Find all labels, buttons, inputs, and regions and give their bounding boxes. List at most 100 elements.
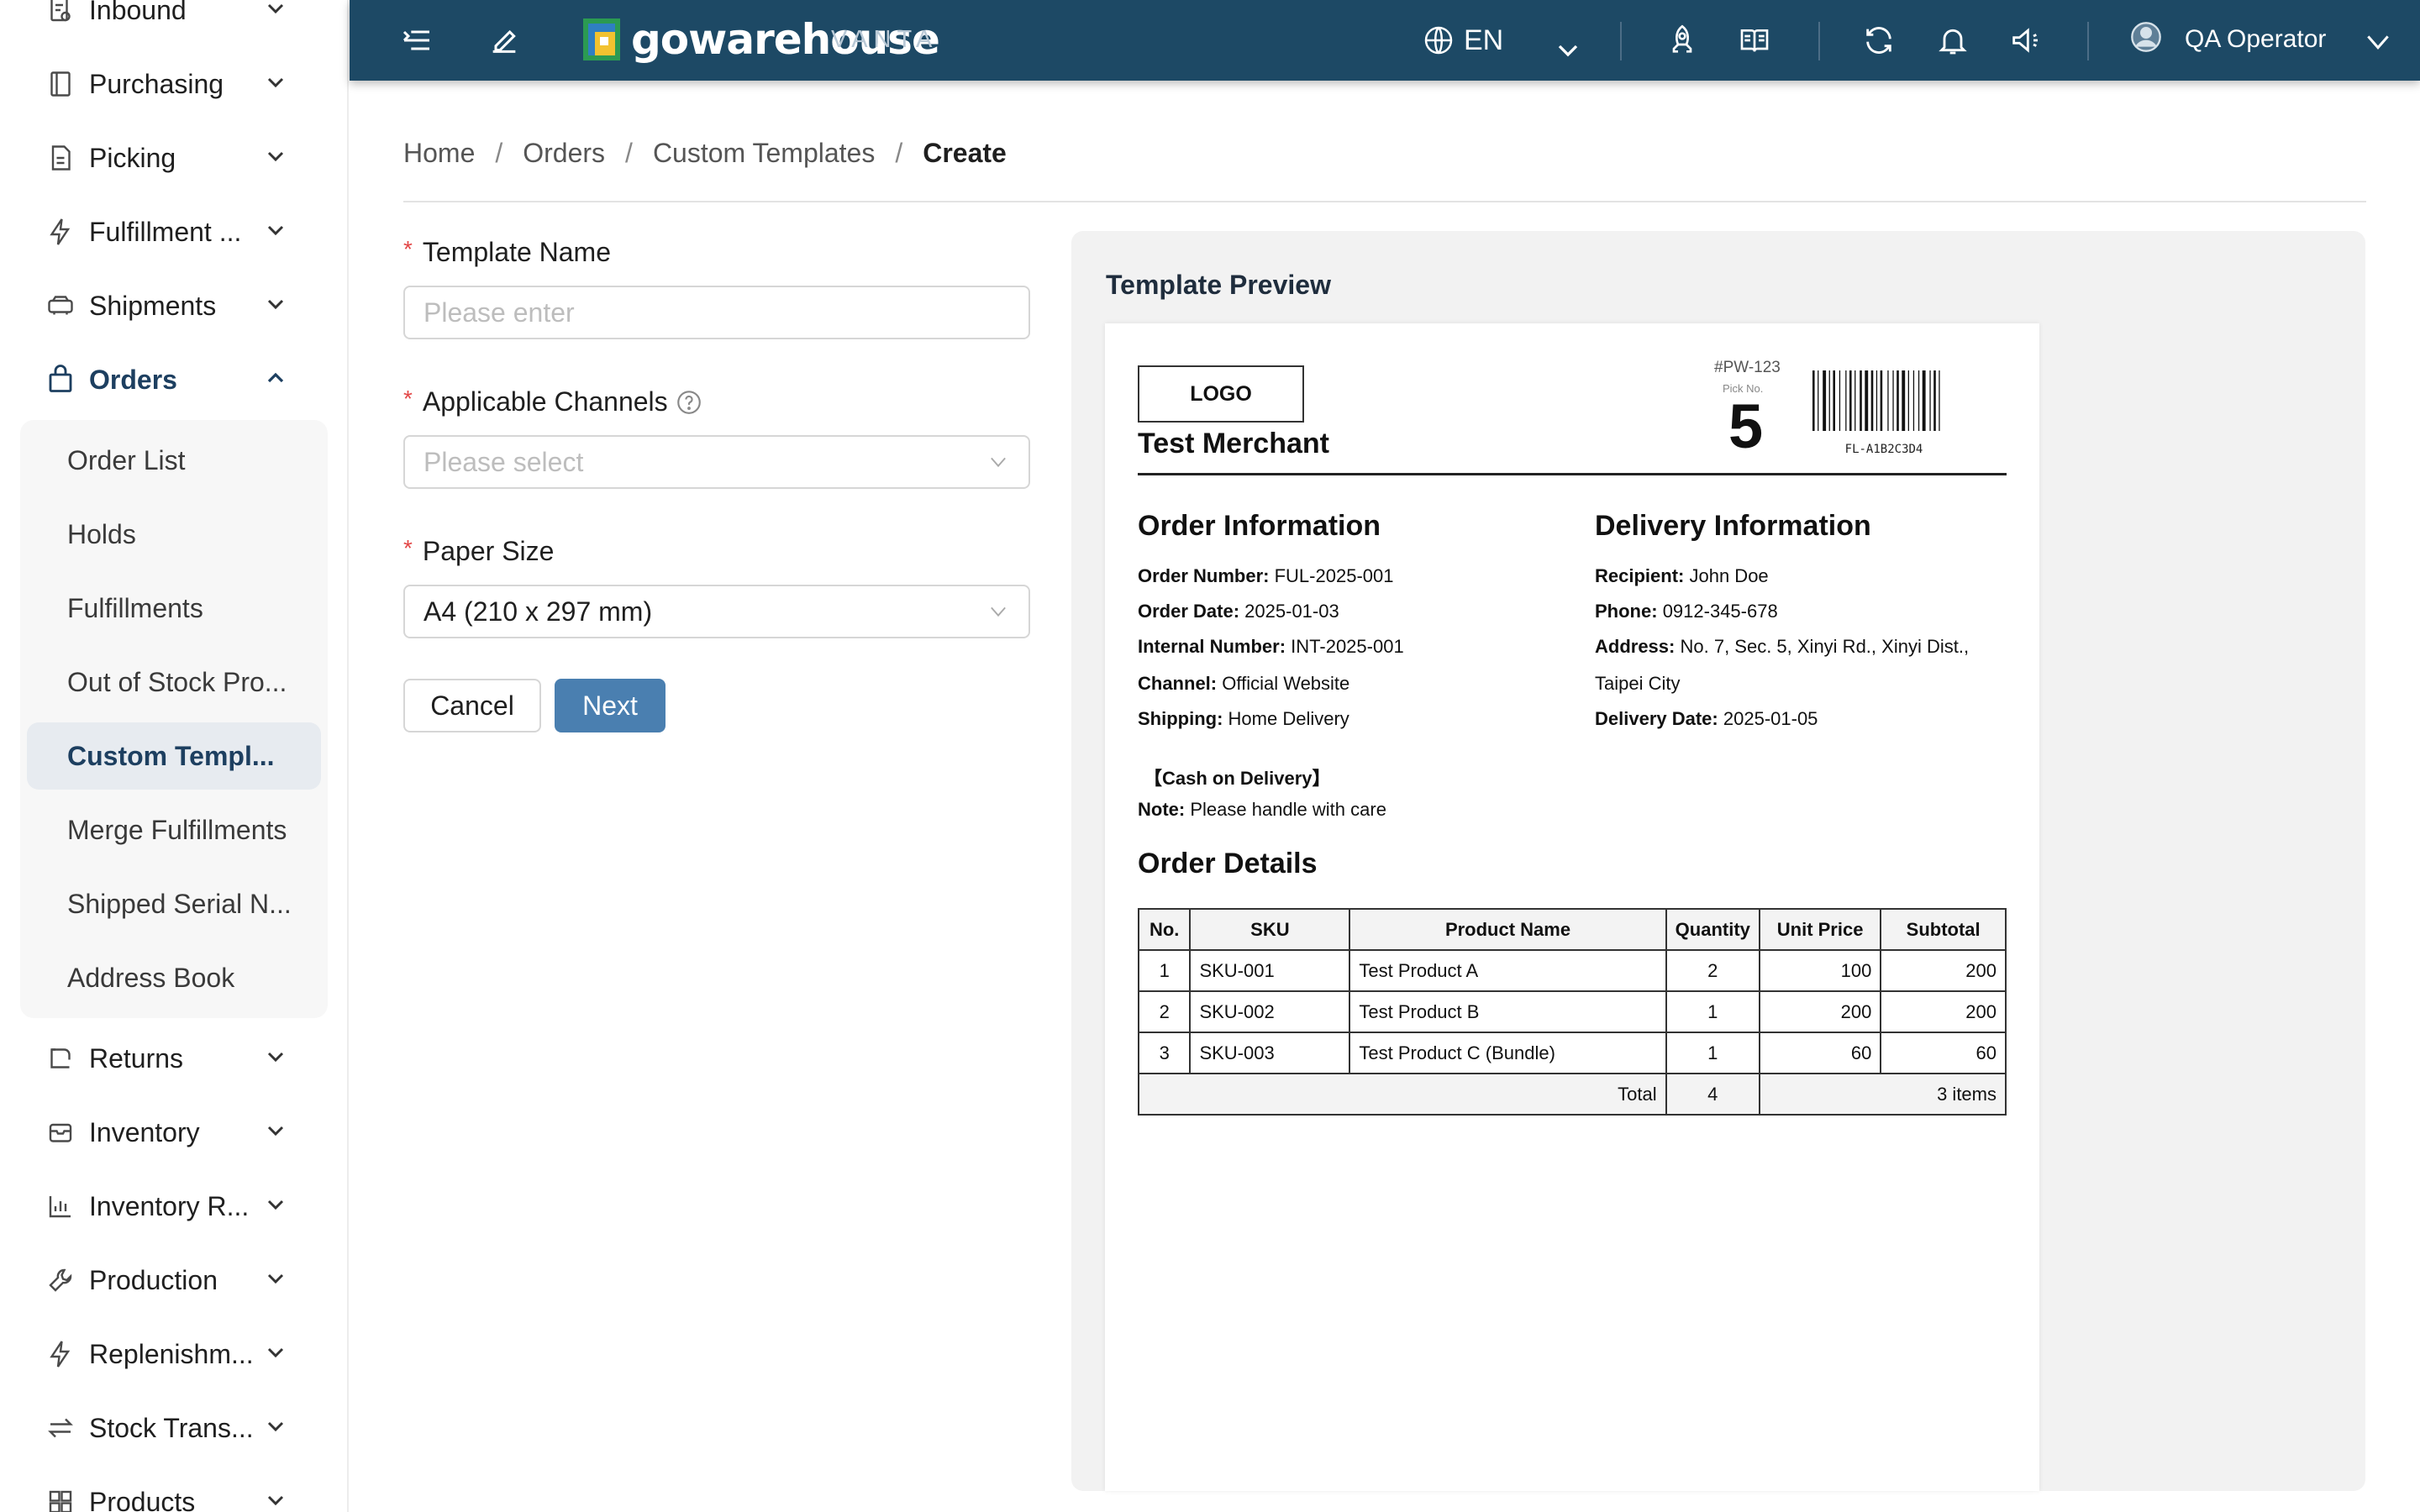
paper-size-select[interactable]: A4 (210 x 297 mm) [403, 585, 1030, 638]
breadcrumb-home[interactable]: Home [403, 138, 475, 169]
barcode-bar [1933, 370, 1936, 431]
barcode-bar [1887, 370, 1889, 431]
submenu-item-fulfillments[interactable]: Fulfillments [27, 575, 321, 642]
order-details-title: Order Details [1138, 848, 1318, 879]
language-label: EN [1464, 24, 1504, 56]
order-details-table: No. SKU Product Name Quantity Unit Price… [1137, 908, 2007, 1116]
sidebar-item-fulfillment[interactable]: Fulfillment ... [20, 198, 323, 265]
picking-icon [45, 143, 76, 173]
sidebar-item-products[interactable]: Products [20, 1468, 323, 1512]
pick-wave-code: #PW-123 [1714, 359, 1781, 376]
submenu-item-out-of-stock[interactable]: Out of Stock Pro... [27, 648, 321, 716]
megaphone-icon[interactable] [2008, 24, 2042, 57]
column-header: Subtotal [1880, 908, 2007, 951]
paper-size-label-text: Paper Size [422, 536, 555, 566]
required-mark: * [403, 235, 413, 262]
sidebar-item-production[interactable]: Production [20, 1247, 323, 1314]
transfer-icon [45, 1413, 76, 1443]
chevron-up-icon [262, 365, 289, 391]
submenu-item-shipped-serial[interactable]: Shipped Serial N... [27, 870, 321, 937]
brand-subtitle: VANTA [831, 26, 939, 53]
refresh-icon[interactable] [1862, 24, 1896, 57]
barcode-bar [1912, 370, 1915, 431]
lightning-icon [45, 217, 76, 247]
menu-toggle-icon[interactable] [400, 24, 434, 57]
breadcrumb: Home / Orders / Custom Templates / Creat… [403, 138, 1007, 169]
submenu-item-holds[interactable]: Holds [27, 501, 321, 568]
barcode-bar [1860, 370, 1862, 431]
table-row: 3 SKU-003 Test Product C (Bundle) 1 60 6… [1137, 1032, 2007, 1074]
template-name-input[interactable] [424, 297, 1028, 328]
user-name: QA Operator [2185, 25, 2327, 53]
sidebar-item-inventory[interactable]: Inventory [20, 1099, 323, 1166]
book-icon[interactable] [1738, 24, 1771, 57]
user-menu[interactable]: QA Operator [2129, 7, 2407, 74]
column-header: Unit Price [1758, 908, 1882, 951]
table-cell: SKU-002 [1189, 990, 1351, 1033]
breadcrumb-current: Create [923, 138, 1007, 168]
barcode-bar [1849, 370, 1852, 431]
cancel-button[interactable]: Cancel [403, 679, 541, 732]
table-header-row: No. SKU Product Name Quantity Unit Price… [1137, 908, 2007, 951]
table-cell: 60 [1758, 1032, 1882, 1074]
rocket-icon[interactable] [1665, 24, 1699, 57]
breadcrumb-separator: / [625, 138, 633, 168]
note-row: Note: Please handle with care [1138, 799, 1386, 820]
sidebar-item-returns[interactable]: Returns [20, 1025, 323, 1092]
barcode-bar [1876, 370, 1878, 431]
sidebar-item-inventory-reports[interactable]: Inventory R... [20, 1173, 323, 1240]
internal-number-row: Internal Number: INT-2025-001 [1138, 636, 1404, 657]
sidebar-item-stock-transfer[interactable]: Stock Trans... [20, 1394, 323, 1462]
logo-placeholder: LOGO [1138, 365, 1304, 423]
sidebar-item-replenishment[interactable]: Replenishm... [20, 1320, 323, 1388]
barcode-bar [1929, 370, 1931, 431]
edit-icon[interactable] [487, 24, 521, 57]
next-button[interactable]: Next [555, 679, 666, 732]
sidebar-item-purchasing[interactable]: Purchasing [20, 50, 323, 118]
lightning-icon [45, 1339, 76, 1369]
submenu-item-custom-templates[interactable]: Custom Templ... [27, 722, 321, 790]
chevron-down-icon [262, 1413, 289, 1440]
preview-title: Template Preview [1106, 270, 1331, 300]
breadcrumb-orders[interactable]: Orders [523, 138, 605, 169]
chevron-down-icon [262, 1339, 289, 1366]
sidebar-item-orders[interactable]: Orders [20, 346, 323, 413]
barcode-bar [1823, 370, 1827, 431]
barcode-bar [1880, 370, 1883, 431]
paper-divider [1138, 473, 2007, 475]
cod-badge: 【Cash on Delivery】 [1144, 768, 1331, 789]
address-row: Address: No. 7, Sec. 5, Xinyi Rd., Xinyi… [1595, 636, 1970, 657]
template-name-field[interactable] [403, 286, 1030, 339]
column-header: Product Name [1349, 908, 1667, 951]
barcode-bar [1839, 370, 1841, 431]
barcode-bar [1892, 370, 1894, 431]
required-mark: * [403, 385, 413, 412]
table-cell: 1 [1665, 1032, 1760, 1074]
channels-select[interactable]: Please select [403, 435, 1030, 489]
chevron-down-icon [262, 1191, 289, 1218]
template-name-label-text: Template Name [422, 237, 611, 267]
globe-icon [1422, 24, 1455, 57]
preview-paper: LOGO Test Merchant #PW-123 Pick No. 5 FL… [1105, 323, 2039, 1491]
bell-icon[interactable] [1936, 24, 1970, 57]
sidebar-item-picking[interactable]: Picking [20, 124, 323, 192]
submenu-item-address-book[interactable]: Address Book [27, 944, 321, 1011]
breadcrumb-custom-templates[interactable]: Custom Templates [653, 138, 875, 169]
chevron-down-icon [986, 450, 1010, 474]
help-icon[interactable] [675, 388, 703, 417]
top-header: gowarehouse VANTA EN QA Operator [350, 0, 2420, 81]
sidebar-item-shipments[interactable]: Shipments [20, 272, 323, 339]
column-header: SKU [1189, 908, 1351, 951]
submenu-item-merge-fulfillments[interactable]: Merge Fulfillments [27, 796, 321, 864]
grid-icon [45, 1487, 76, 1512]
language-selector[interactable]: EN [1424, 3, 1610, 77]
table-cell: 2 [1665, 949, 1760, 992]
chevron-down-icon [262, 291, 289, 318]
table-cell: 200 [1880, 949, 2007, 992]
barcode-text: FL-A1B2C3D4 [1844, 443, 1923, 456]
sidebar-item-inbound[interactable]: Inbound [20, 0, 323, 44]
chevron-down-icon [1551, 34, 1585, 67]
submenu-item-order-list[interactable]: Order List [27, 427, 321, 494]
column-header: Quantity [1665, 908, 1760, 951]
column-header: No. [1137, 908, 1192, 951]
